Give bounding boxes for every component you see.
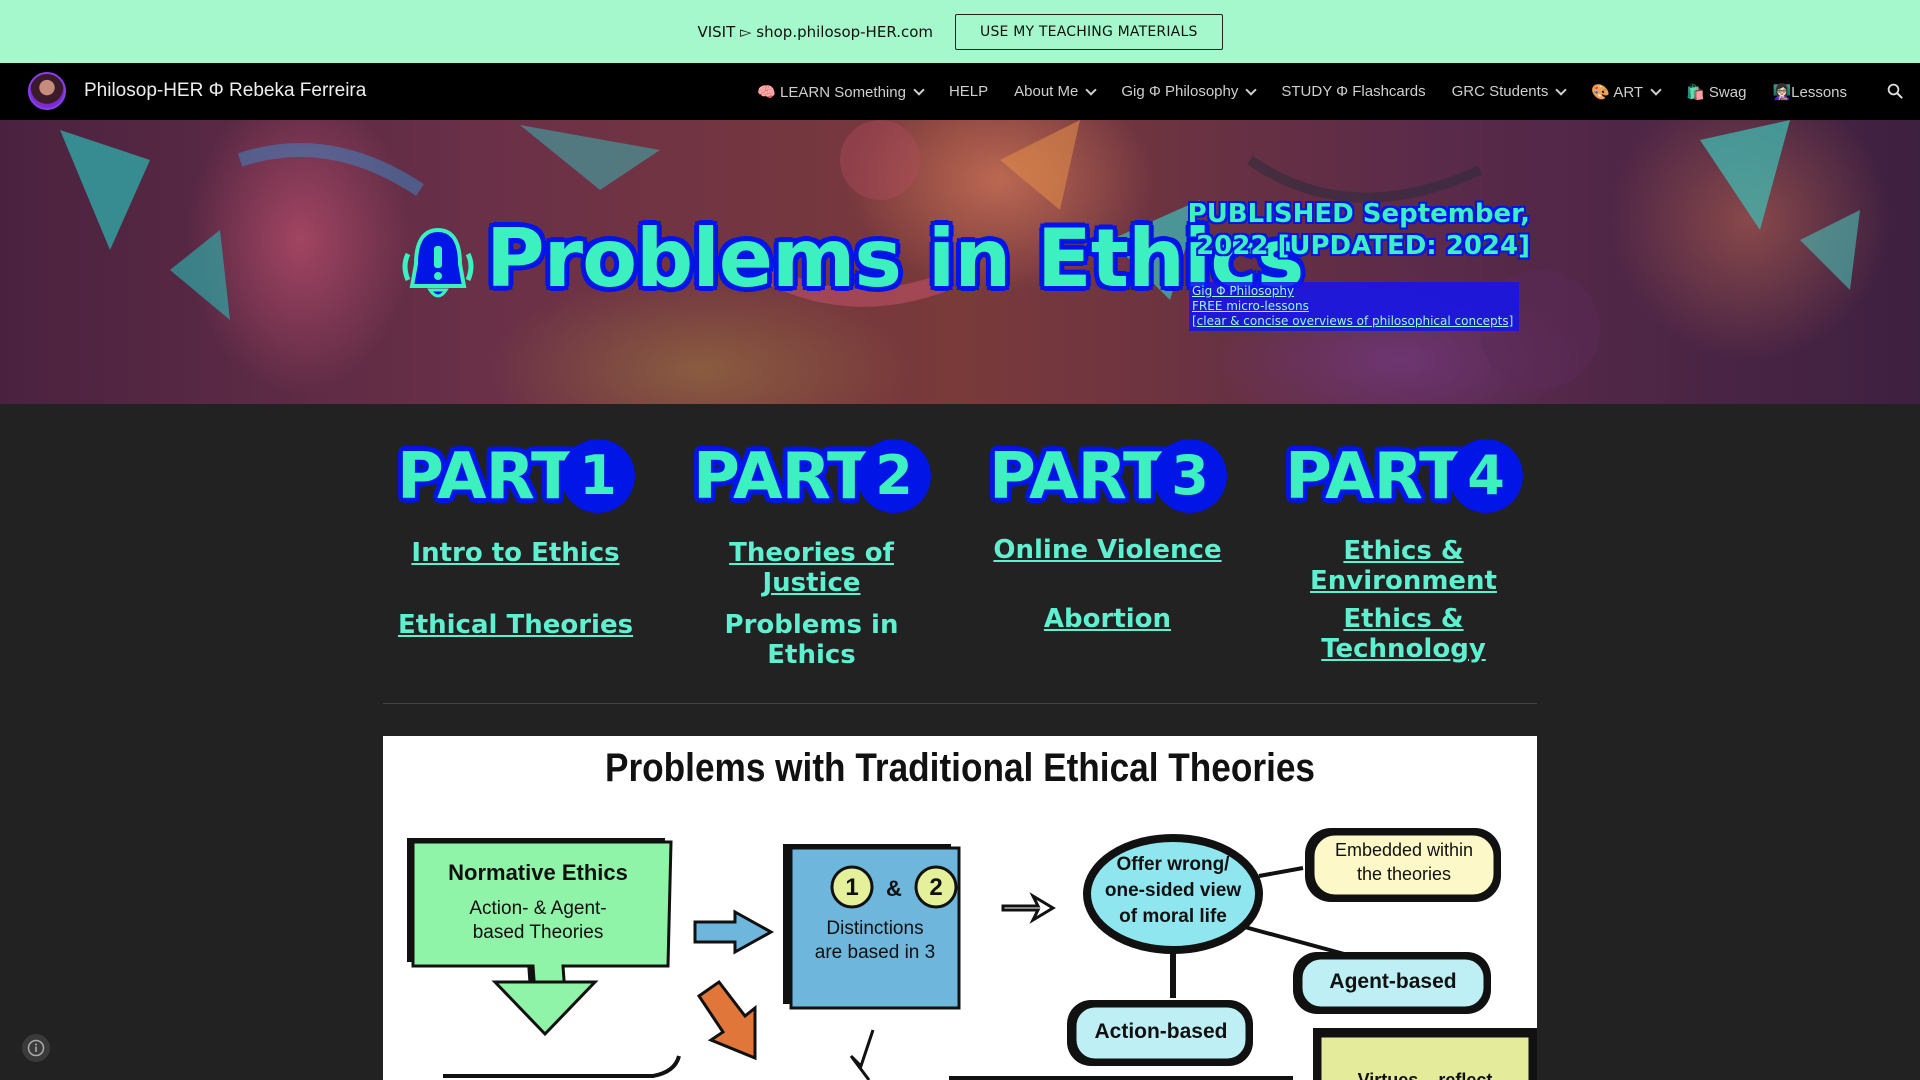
link-intro-to-ethics[interactable]: Intro to Ethics (383, 538, 648, 568)
note-line: [clear & concise overviews of philosophi… (1192, 314, 1514, 328)
nav-item-art[interactable]: 🎨 ART (1578, 63, 1673, 120)
offer-view-line: one-sided view (1104, 880, 1242, 901)
distinction-ampersand: & (886, 876, 902, 901)
nav-item-label: About Me (1014, 83, 1079, 100)
chevron-down-icon[interactable] (913, 83, 925, 96)
distinction-number: 2 (929, 874, 943, 901)
site-info-button[interactable] (22, 1034, 50, 1062)
nav-menu: 🧠 LEARN Something HELP About Me Gig Φ Ph… (744, 63, 1860, 120)
nav-item-label: STUDY Φ Flashcards (1281, 83, 1426, 100)
announcement-bar: VISIT ▻ shop.philosop-HER.com USE MY TEA… (0, 0, 1920, 63)
nav-item-grc-students[interactable]: GRC Students (1439, 63, 1579, 120)
nav-item-help[interactable]: HELP (936, 63, 1001, 120)
infographic-image: Problems with Traditional Ethical Theori… (383, 736, 1537, 1080)
nav-item-label: GRC Students (1451, 83, 1549, 100)
distinction-number: 1 (845, 874, 859, 901)
nav-item-study-flashcards[interactable]: STUDY Φ Flashcards (1268, 63, 1438, 120)
link-abortion[interactable]: Abortion (975, 604, 1240, 634)
chevron-down-icon[interactable] (1085, 83, 1098, 96)
offer-view-line: Offer wrong/ (1116, 854, 1230, 875)
current-page-problems-in-ethics: Problems in Ethics (724, 610, 899, 670)
part-word: PART (1285, 440, 1463, 514)
part-number-badge: 1 (561, 439, 635, 513)
embedded-line: Embedded within (1334, 840, 1474, 860)
site-logo-avatar[interactable] (28, 72, 66, 110)
hero-banner: Problems in Ethics PUBLISHED September, … (0, 120, 1920, 404)
part-word: PART (989, 440, 1167, 514)
distinctions-line: are based in 3 (814, 942, 936, 963)
teaching-materials-button[interactable]: USE MY TEACHING MATERIALS (955, 13, 1223, 50)
part-number-badge: 2 (857, 439, 931, 513)
note-line: Gig Φ Philosophy (1192, 284, 1295, 298)
part-heading: PART 2 (693, 439, 933, 514)
note-line: FREE micro-lessons (1192, 299, 1309, 313)
published-line: PUBLISHED September, (1187, 199, 1530, 229)
published-line: 2022 [UPDATED: 2024] (1196, 231, 1530, 261)
normative-ethics-line: based Theories (472, 922, 604, 943)
nav-item-about-me[interactable]: About Me (1001, 63, 1108, 120)
part-heading: PART 3 (989, 439, 1229, 514)
link-ethics-and-environment[interactable]: Ethics & Environment (1271, 536, 1536, 596)
link-theories-of-justice[interactable]: Theories of Justice (679, 538, 944, 598)
part-heading: PART 1 (397, 439, 637, 514)
published-date: PUBLISHED September, 2022 [UPDATED: 2024… (1188, 198, 1530, 262)
nav-item-learn[interactable]: 🧠 LEARN Something (744, 63, 936, 120)
normative-ethics-line: Action- & Agent- (469, 898, 607, 919)
part-number-badge: 4 (1449, 439, 1523, 513)
action-based-label: Action-based (1094, 1020, 1228, 1043)
bell-icon (402, 227, 474, 298)
search-icon[interactable] (1886, 82, 1904, 100)
part-number-badge: 3 (1153, 439, 1227, 513)
normative-ethics-title: Normative Ethics (448, 860, 628, 885)
part-word: PART (397, 440, 575, 514)
nav-item-lessons[interactable]: 👩🏻‍🏫Lessons (1759, 63, 1860, 120)
gig-philosophy-note[interactable]: Gig Φ Philosophy FREE micro-lessons [cle… (1189, 282, 1519, 331)
nav-item-label: 👩🏻‍🏫Lessons (1772, 83, 1847, 101)
virtues-label: Virtues – reflect (1357, 1070, 1493, 1080)
announcement-text: VISIT ▻ shop.philosop-HER.com (697, 22, 934, 41)
nav-item-label: 🛍️ Swag (1686, 83, 1747, 101)
link-ethics-and-technology[interactable]: Ethics & Technology (1271, 604, 1536, 664)
parts-grid: PART 1 Intro to Ethics Ethical Theories … (383, 430, 1537, 670)
agent-based-label: Agent-based (1329, 970, 1457, 993)
offer-view-line: of moral life (1119, 906, 1227, 927)
section-divider (383, 703, 1537, 704)
nav-item-label: HELP (948, 83, 989, 100)
distinctions-line: Distinctions (826, 918, 924, 939)
part-word: PART (693, 440, 871, 514)
nav-item-label: Gig Φ Philosophy (1121, 83, 1239, 100)
embedded-line: the theories (1356, 864, 1452, 884)
nav-item-label: 🧠 LEARN Something (757, 83, 906, 101)
nav-item-label: 🎨 ART (1591, 83, 1644, 101)
site-title[interactable]: Philosop-HER Φ Rebeka Ferreira (84, 80, 366, 102)
chevron-down-icon[interactable] (1555, 83, 1567, 96)
nav-item-gig-philosophy[interactable]: Gig Φ Philosophy (1108, 63, 1268, 120)
chevron-down-icon[interactable] (1650, 83, 1662, 96)
page-title: Problems in Ethics (486, 212, 1304, 305)
part-heading: PART 4 (1285, 439, 1525, 514)
info-icon (27, 1039, 45, 1057)
chevron-down-icon[interactable] (1245, 83, 1258, 96)
top-nav: Philosop-HER Φ Rebeka Ferreira 🧠 LEARN S… (0, 63, 1920, 120)
nav-item-swag[interactable]: 🛍️ Swag (1673, 63, 1759, 120)
link-online-violence[interactable]: Online Violence (975, 535, 1240, 565)
link-ethical-theories[interactable]: Ethical Theories (383, 610, 648, 640)
